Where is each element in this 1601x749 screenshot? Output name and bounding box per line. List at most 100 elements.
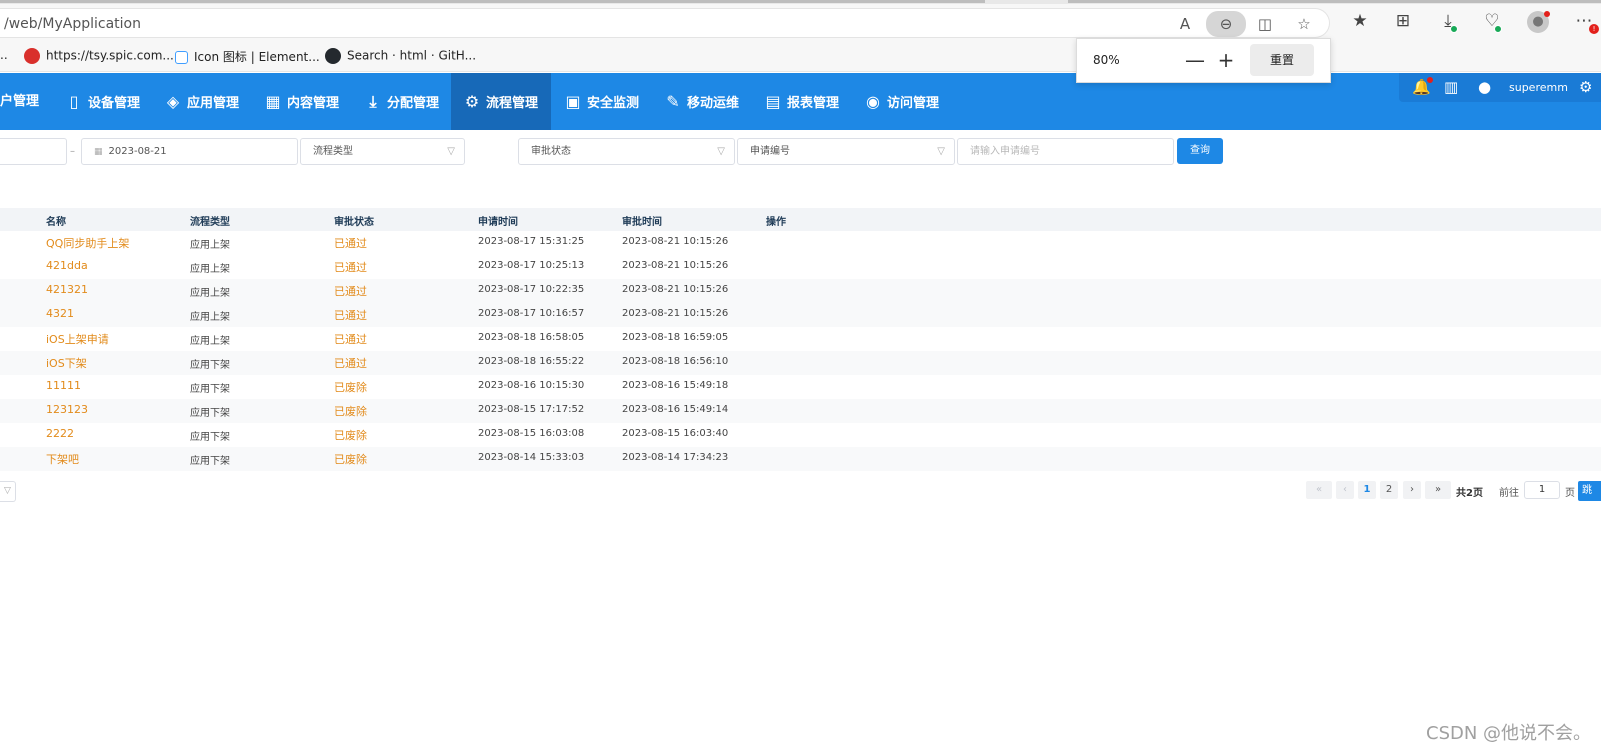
table-row: 4321 应用上架 已通过 2023-08-17 10:16:57 2023-0…: [0, 303, 1601, 327]
row-approve-time: 2023-08-21 10:15:26: [622, 284, 729, 295]
row-name-link[interactable]: 4321: [46, 307, 74, 320]
table-row: 下架吧 应用下架 已废除 2023-08-14 15:33:03 2023-08…: [0, 447, 1601, 471]
github-icon: [325, 48, 341, 64]
nav-item-devices[interactable]: ▯ 设备管理: [65, 73, 155, 130]
row-status: 已废除: [334, 381, 367, 394]
date-end-value: 2023-08-21: [108, 146, 167, 157]
col-name[interactable]: 名称: [46, 213, 66, 228]
row-status: 已通过: [334, 261, 367, 274]
zoom-reset-button[interactable]: 重置: [1250, 44, 1314, 76]
row-approve-time: 2023-08-16 15:49:18: [622, 380, 729, 391]
row-name-link[interactable]: 421dda: [46, 259, 88, 272]
row-name-link[interactable]: 11111: [46, 379, 81, 392]
download-status-dot: [1450, 25, 1458, 33]
row-apply-time: 2023-08-17 10:16:57: [478, 308, 585, 319]
page-size-select[interactable]: ▽: [0, 481, 16, 502]
zoom-plus-button[interactable]: +: [1212, 47, 1240, 75]
row-type: 应用上架: [190, 240, 230, 251]
row-name-link[interactable]: 123123: [46, 403, 88, 416]
read-aloud-icon[interactable]: A: [1174, 14, 1196, 34]
address-bar-area: /web/MyApplication A ⊖ ◫ ☆ ★ ⊞ ⤓ ♡ ● ⋯ !: [0, 4, 1601, 40]
nav-item-reports[interactable]: ▤ 报表管理: [764, 73, 854, 130]
nav-label: 分配管理: [387, 96, 440, 111]
zoom-level: 80%: [1093, 53, 1120, 67]
process-type-label: 流程类型: [313, 146, 353, 157]
table-row: iOS下架 应用下架 已通过 2023-08-18 16:55:22 2023-…: [0, 351, 1601, 375]
browser-tab[interactable]: [0, 0, 985, 3]
first-page-button[interactable]: «: [1306, 481, 1332, 499]
dashboard-icon[interactable]: ▥: [1444, 78, 1458, 96]
next-page-button[interactable]: ›: [1403, 481, 1421, 499]
row-apply-time: 2023-08-15 17:17:52: [478, 404, 585, 415]
zoom-out-icon[interactable]: ⊖: [1206, 11, 1246, 37]
nav-item-users[interactable]: 户管理: [0, 73, 55, 130]
row-name-link[interactable]: 下架吧: [46, 451, 79, 467]
last-page-button[interactable]: »: [1425, 481, 1451, 499]
layers-icon: ◈: [166, 92, 180, 111]
row-name-link[interactable]: 2222: [46, 427, 74, 440]
nav-item-distribution[interactable]: ⤓ 分配管理: [364, 73, 454, 130]
col-apply-time[interactable]: 申请时间: [478, 213, 518, 228]
nav-item-access[interactable]: ◉ 访问管理: [864, 73, 954, 130]
username[interactable]: superemm: [1509, 81, 1568, 94]
goto-page-input[interactable]: 1: [1524, 481, 1560, 499]
approval-status-select[interactable]: 审批状态 ▽: [518, 138, 735, 165]
chevron-down-icon: ▽: [717, 146, 725, 157]
query-button[interactable]: 查询: [1177, 138, 1223, 164]
row-name-link[interactable]: iOS上架申请: [46, 331, 109, 347]
row-status: 已通过: [334, 237, 367, 250]
date-start-field[interactable]: [0, 138, 67, 165]
zoom-minus-button[interactable]: —: [1181, 47, 1209, 75]
total-pages: 共2页: [1456, 488, 1483, 499]
page-1-button[interactable]: 1: [1358, 481, 1376, 499]
browser-tab[interactable]: [1068, 0, 1601, 3]
nav-item-content[interactable]: ▦ 内容管理: [264, 73, 354, 130]
row-type: 应用上架: [190, 264, 230, 275]
col-approval-status[interactable]: 审批状态: [334, 213, 374, 228]
col-approve-time[interactable]: 审批时间: [622, 213, 662, 228]
favorites-icon[interactable]: ★: [1348, 10, 1372, 32]
chevron-down-icon: ▽: [447, 146, 455, 157]
settings-icon[interactable]: ⚙: [1579, 78, 1592, 96]
nav-label: 设备管理: [88, 96, 141, 111]
address-bar[interactable]: /web/MyApplication A ⊖ ◫ ☆: [0, 8, 1330, 38]
access-icon: ◉: [866, 92, 880, 111]
date-end-field[interactable]: ▦ 2023-08-21: [81, 138, 298, 165]
nav-item-security[interactable]: ▣ 安全监测: [564, 73, 654, 130]
prev-page-button[interactable]: ‹: [1336, 481, 1354, 499]
nav-label: 报表管理: [787, 96, 840, 111]
nav-item-workflow[interactable]: ⚙ 流程管理: [451, 73, 551, 130]
user-icon[interactable]: ●: [1478, 78, 1491, 96]
favorite-star-icon[interactable]: ☆: [1293, 14, 1315, 34]
bookmark-label: https://tsy.spic.com...: [46, 48, 174, 63]
row-apply-time: 2023-08-17 10:25:13: [478, 260, 585, 271]
page-2-button[interactable]: 2: [1380, 481, 1398, 499]
nav-item-apps[interactable]: ◈ 应用管理: [164, 73, 254, 130]
url-text[interactable]: /web/MyApplication: [4, 16, 141, 32]
row-apply-time: 2023-08-17 10:22:35: [478, 284, 585, 295]
apply-no-input[interactable]: 请输入申请编号: [957, 138, 1174, 165]
row-type: 应用下架: [190, 408, 230, 419]
bookmark-element[interactable]: Icon 图标 | Element...: [175, 48, 320, 65]
row-approve-time: 2023-08-15 16:03:40: [622, 428, 729, 439]
split-screen-icon[interactable]: ◫: [1254, 14, 1276, 34]
jump-button[interactable]: 跳转: [1578, 481, 1601, 501]
col-process-type[interactable]: 流程类型: [190, 213, 230, 228]
bookmark-overflow[interactable]: ..: [0, 48, 8, 62]
report-icon: ▤: [765, 92, 781, 111]
row-name-link[interactable]: 421321: [46, 283, 88, 296]
row-name-link[interactable]: iOS下架: [46, 355, 87, 371]
row-type: 应用上架: [190, 288, 230, 299]
row-approve-time: 2023-08-21 10:15:26: [622, 308, 729, 319]
goto-label: 前往: [1499, 488, 1519, 499]
process-type-select[interactable]: 流程类型 ▽: [300, 138, 465, 165]
row-apply-time: 2023-08-15 16:03:08: [478, 428, 585, 439]
row-name-link[interactable]: QQ同步助手上架: [46, 235, 129, 251]
bookmark-github[interactable]: Search · html · GitH...: [325, 48, 476, 64]
collections-icon[interactable]: ⊞: [1391, 10, 1415, 32]
nav-item-mobile-ops[interactable]: ✎ 移动运维: [664, 73, 754, 130]
row-approve-time: 2023-08-16 15:49:14: [622, 404, 729, 415]
table-row: 2222 应用下架 已废除 2023-08-15 16:03:08 2023-0…: [0, 423, 1601, 447]
apply-no-select[interactable]: 申请编号 ▽: [737, 138, 955, 165]
bookmark-spic[interactable]: https://tsy.spic.com...: [24, 48, 174, 64]
